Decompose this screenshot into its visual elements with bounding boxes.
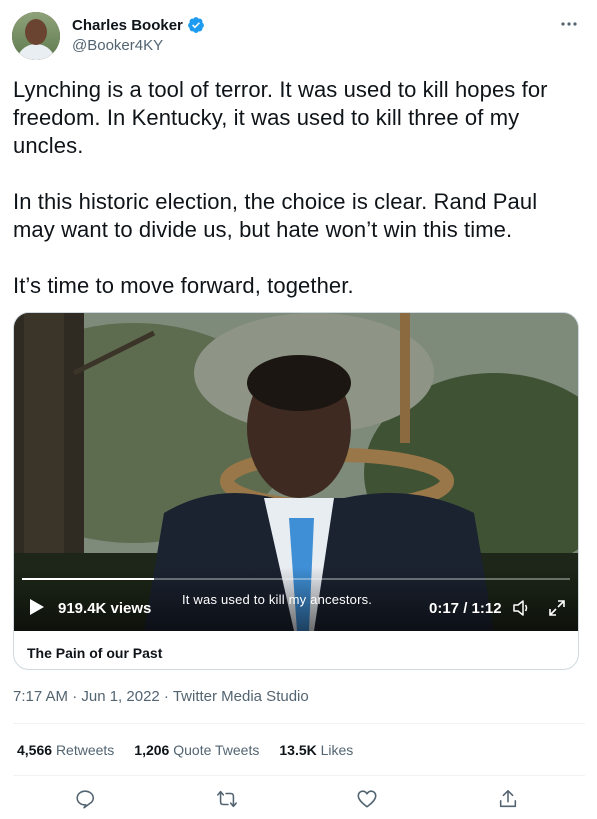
divider xyxy=(13,775,585,776)
media-title: The Pain of our Past xyxy=(27,645,163,661)
tweet-header: Charles Booker @Booker4KY xyxy=(12,12,585,62)
like-icon[interactable] xyxy=(356,788,378,810)
tweet-actions xyxy=(0,784,597,819)
play-icon[interactable] xyxy=(30,599,44,615)
tweet-text: Lynching is a tool of terror. It was use… xyxy=(13,77,548,298)
author-handle[interactable]: @Booker4KY xyxy=(72,37,163,54)
divider xyxy=(13,723,585,724)
view-count: 919.4K views xyxy=(58,600,152,617)
verified-icon xyxy=(187,17,204,33)
volume-icon[interactable] xyxy=(511,598,531,618)
video-player[interactable]: 919.4K views It was used to kill my ance… xyxy=(14,313,578,631)
share-icon[interactable] xyxy=(497,788,519,810)
more-icon[interactable] xyxy=(559,14,579,34)
author-row: Charles Booker xyxy=(72,16,205,34)
retweet-icon[interactable] xyxy=(216,788,238,810)
reply-icon[interactable] xyxy=(74,788,96,810)
video-time: 0:17 / 1:12 xyxy=(429,600,502,617)
video-progress-fill xyxy=(22,578,154,580)
video-subtitle: It was used to kill my ancestors. xyxy=(182,592,373,607)
retweets-stat[interactable]: 4,566 Retweets xyxy=(17,742,114,758)
avatar[interactable] xyxy=(12,12,60,60)
author-name[interactable]: Charles Booker xyxy=(72,17,183,34)
expand-icon[interactable] xyxy=(547,598,567,618)
likes-stat[interactable]: 13.5K Likes xyxy=(279,742,353,758)
media-card[interactable]: 919.4K views It was used to kill my ance… xyxy=(13,312,579,670)
tweet-timestamp[interactable]: 7:17 AM · Jun 1, 2022 · Twitter Media St… xyxy=(13,688,309,705)
tweet-stats: 4,566 Retweets 1,206 Quote Tweets 13.5K … xyxy=(17,742,373,758)
video-progress-bar[interactable] xyxy=(22,578,570,580)
quote-tweets-stat[interactable]: 1,206 Quote Tweets xyxy=(134,742,259,758)
